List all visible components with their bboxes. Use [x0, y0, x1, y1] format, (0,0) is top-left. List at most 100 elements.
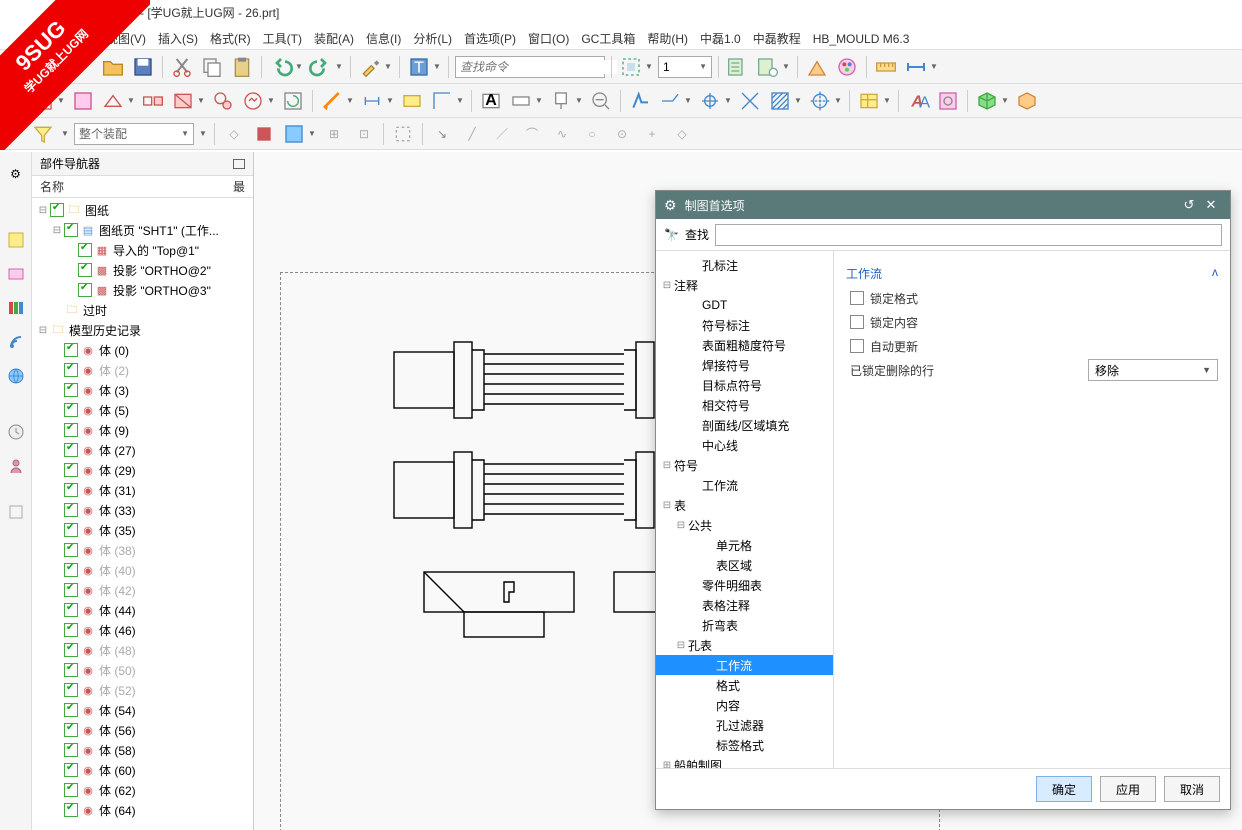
brush-icon[interactable]: [357, 54, 383, 80]
section-view-icon[interactable]: [170, 88, 196, 114]
pref-tree-row[interactable]: ⊞船舶制图: [656, 755, 833, 768]
sel-misc5-icon[interactable]: ⊡: [351, 121, 377, 147]
sel-rect-icon[interactable]: [390, 121, 416, 147]
expander-icon[interactable]: ⊟: [660, 280, 674, 291]
pref-tree-row[interactable]: ⊟公共: [656, 515, 833, 535]
checkbox[interactable]: [64, 763, 78, 777]
edit-settings-icon[interactable]: [935, 88, 961, 114]
menu-item[interactable]: 视图(V): [100, 26, 152, 51]
pref-tree-row[interactable]: ⊟符号: [656, 455, 833, 475]
tree-row[interactable]: ◉体 (60): [32, 760, 253, 780]
checkbox[interactable]: [64, 343, 78, 357]
tree-row[interactable]: ◉体 (62): [32, 780, 253, 800]
section-workflow[interactable]: 工作流ʌ: [846, 261, 1218, 286]
pin-icon[interactable]: [233, 159, 245, 169]
feature-param-icon[interactable]: [399, 88, 425, 114]
tree-row[interactable]: ◉体 (56): [32, 720, 253, 740]
assembly-scope-select[interactable]: 整个装配▼: [74, 123, 194, 145]
checkbox[interactable]: [64, 443, 78, 457]
tree-row[interactable]: ◉体 (46): [32, 620, 253, 640]
cube-green-icon[interactable]: [974, 88, 1000, 114]
vtab-empty-icon[interactable]: [2, 498, 30, 526]
tree-row[interactable]: ◉体 (35): [32, 520, 253, 540]
menu-item[interactable]: 首选项(P): [458, 26, 522, 51]
vtab-nav-icon[interactable]: [2, 226, 30, 254]
break-view-icon[interactable]: [240, 88, 266, 114]
checkbox[interactable]: [64, 703, 78, 717]
tree-row[interactable]: ◉体 (54): [32, 700, 253, 720]
pref-tree-row[interactable]: ⊟孔表: [656, 635, 833, 655]
checkbox[interactable]: [64, 403, 78, 417]
checkbox[interactable]: [50, 203, 64, 217]
redo-icon[interactable]: [308, 54, 334, 80]
pref-tree-row[interactable]: 工作流: [656, 655, 833, 675]
tree-row[interactable]: ◉体 (64): [32, 800, 253, 820]
checkbox[interactable]: [64, 683, 78, 697]
command-search-input[interactable]: [460, 60, 617, 74]
ordinate-icon[interactable]: [429, 88, 455, 114]
tree-row[interactable]: ◉体 (31): [32, 480, 253, 500]
expander-icon[interactable]: ⊟: [674, 520, 688, 531]
apply-button[interactable]: 应用: [1100, 776, 1156, 802]
update-views-icon[interactable]: [280, 88, 306, 114]
ok-button[interactable]: 确定: [1036, 776, 1092, 802]
sel-misc1-icon[interactable]: ◇: [221, 121, 247, 147]
vtab-roles-icon[interactable]: [2, 452, 30, 480]
vtab-signal-icon[interactable]: [2, 328, 30, 356]
checkbox-lock-format[interactable]: [850, 291, 864, 305]
checkbox[interactable]: [64, 803, 78, 817]
deleted-rows-combo[interactable]: 移除▼: [1088, 359, 1218, 381]
sk-circle2-icon[interactable]: ⊙: [609, 121, 635, 147]
weld-symbol-icon[interactable]: [657, 88, 683, 114]
nav-tree[interactable]: ⊟🗀图纸⊟▤图纸页 "SHT1" (工作...▦导入的 "Top@1"▩投影 "…: [32, 198, 253, 830]
pref-tree-row[interactable]: ⊟表: [656, 495, 833, 515]
pref-tree-row[interactable]: 表格注释: [656, 595, 833, 615]
pref-tree-row[interactable]: GDT: [656, 295, 833, 315]
dialog-titlebar[interactable]: ⚙ 制图首选项 ↺ ✕: [656, 191, 1230, 219]
pref-tree-row[interactable]: 表面粗糙度符号: [656, 335, 833, 355]
vtab-settings-icon[interactable]: ⚙: [2, 160, 30, 188]
sk-line-icon[interactable]: ╱: [459, 121, 485, 147]
expander-icon[interactable]: ⊟: [660, 500, 674, 511]
tree-row[interactable]: ◉体 (2): [32, 360, 253, 380]
tree-row[interactable]: ◉体 (50): [32, 660, 253, 680]
menu-item[interactable]: 信息(I): [360, 26, 407, 51]
checkbox[interactable]: [64, 783, 78, 797]
sk-arc-icon[interactable]: ⌒: [519, 121, 545, 147]
expander-icon[interactable]: ⊟: [660, 460, 674, 471]
paste-icon[interactable]: [229, 54, 255, 80]
pref-tree-row[interactable]: 符号标注: [656, 315, 833, 335]
checkbox[interactable]: [64, 423, 78, 437]
checkbox[interactable]: [64, 603, 78, 617]
sel-misc3-icon[interactable]: [281, 121, 307, 147]
pref-tree-row[interactable]: 表区域: [656, 555, 833, 575]
tree-row[interactable]: ◉体 (40): [32, 560, 253, 580]
measure-icon[interactable]: [873, 54, 899, 80]
prefs-icon[interactable]: [804, 54, 830, 80]
opt-auto-update[interactable]: 自动更新: [846, 334, 1218, 358]
new-sheet-icon[interactable]: [30, 88, 56, 114]
tree-row[interactable]: ◉体 (3): [32, 380, 253, 400]
vtab-books-icon[interactable]: [2, 294, 30, 322]
checkbox[interactable]: [64, 563, 78, 577]
pref-tree-row[interactable]: 内容: [656, 695, 833, 715]
base-view-icon[interactable]: [100, 88, 126, 114]
projected-view-icon[interactable]: [140, 88, 166, 114]
menu-item[interactable]: 中磊1.0: [694, 26, 747, 51]
checkbox[interactable]: [64, 543, 78, 557]
sheet-number[interactable]: 1▼: [658, 56, 712, 78]
expander-icon[interactable]: ⊞: [660, 760, 674, 769]
tree-row[interactable]: ◉体 (9): [32, 420, 253, 440]
vtab-history-icon[interactable]: [2, 418, 30, 446]
command-search[interactable]: 🔍: [455, 56, 605, 78]
tree-row[interactable]: ▩投影 "ORTHO@2": [32, 260, 253, 280]
tree-row[interactable]: ◉体 (5): [32, 400, 253, 420]
open-icon[interactable]: [100, 54, 126, 80]
hatch-icon[interactable]: [767, 88, 793, 114]
sk-point-icon[interactable]: ↘: [429, 121, 455, 147]
sk-diamond-icon[interactable]: ◇: [669, 121, 695, 147]
menu-item[interactable]: 中磊教程: [747, 26, 807, 51]
tree-row[interactable]: ◉体 (0): [32, 340, 253, 360]
checkbox[interactable]: [64, 663, 78, 677]
preferences-tree[interactable]: 孔标注⊟注释GDT符号标注表面粗糙度符号焊接符号目标点符号相交符号剖面线/区域填…: [656, 251, 834, 768]
